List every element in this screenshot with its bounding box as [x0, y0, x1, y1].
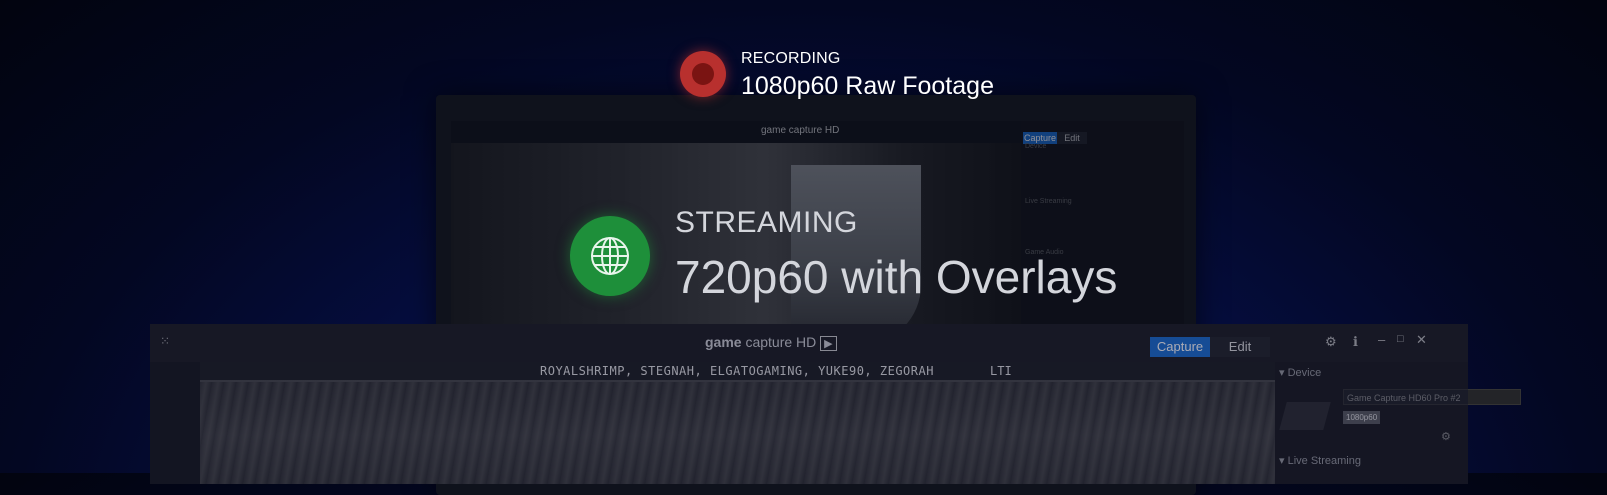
front-app-title: game capture HD ▶ [705, 334, 837, 351]
tab-capture[interactable]: Capture [1150, 337, 1210, 357]
streaming-description: 720p60 with Overlays [675, 251, 1118, 303]
recording-description: 1080p60 Raw Footage [741, 72, 994, 100]
settings-gear-icon[interactable]: ⚙ [1325, 334, 1337, 350]
chevron-down-icon: ▾ [1279, 455, 1285, 467]
chevron-down-icon: ▾ [1279, 367, 1285, 379]
play-icon: ▶ [820, 336, 837, 351]
maximize-icon[interactable]: □ [1397, 333, 1404, 345]
capture-device-image [1279, 402, 1331, 430]
minimize-icon[interactable]: – [1378, 332, 1385, 347]
front-app-title-light: capture HD [745, 334, 817, 350]
front-app-window: ⁙ game capture HD ▶ ⚙ ℹ – □ ✕ ROYALSHRIM… [150, 324, 1521, 484]
device-select[interactable]: Game Capture HD60 Pro #2 [1343, 389, 1521, 405]
front-app-title-bold: game [705, 334, 742, 350]
front-section-live-streaming-label: Live Streaming [1287, 455, 1361, 467]
device-settings-gear-icon[interactable]: ⚙ [1441, 430, 1451, 443]
front-app-video-preview: ROYALSHRIMP, STEGNAH, ELGATOGAMING, YUKE… [200, 362, 1275, 484]
info-icon[interactable]: ℹ [1353, 334, 1358, 350]
player-name-banner: ROYALSHRIMP, STEGNAH, ELGATOGAMING, YUKE… [200, 362, 1275, 380]
close-icon[interactable]: ✕ [1416, 332, 1427, 348]
app-menu-icon[interactable]: ⁙ [160, 334, 170, 348]
globe-icon [570, 216, 650, 296]
tab-edit[interactable]: Edit [1210, 337, 1270, 357]
banner-end-label: LTI [990, 364, 1012, 378]
streaming-label: STREAMING [675, 206, 858, 239]
front-section-live-streaming[interactable]: ▾ Live Streaming [1279, 454, 1361, 467]
front-section-device[interactable]: ▾ Device [1279, 366, 1321, 379]
resolution-chip[interactable]: 1080p60 [1343, 411, 1381, 424]
front-app-sidebar: ▾ Device Game Capture HD60 Pro #2 1080p6… [1275, 362, 1521, 484]
recording-label: RECORDING [741, 50, 841, 67]
front-section-device-label: Device [1287, 367, 1322, 379]
record-icon [680, 51, 726, 97]
video-scene-roof [200, 382, 1275, 484]
front-app-titlebar: ⁙ game capture HD ▶ ⚙ ℹ – □ ✕ [150, 324, 1468, 362]
banner-player-names: ROYALSHRIMP, STEGNAH, ELGATOGAMING, YUKE… [540, 364, 934, 378]
